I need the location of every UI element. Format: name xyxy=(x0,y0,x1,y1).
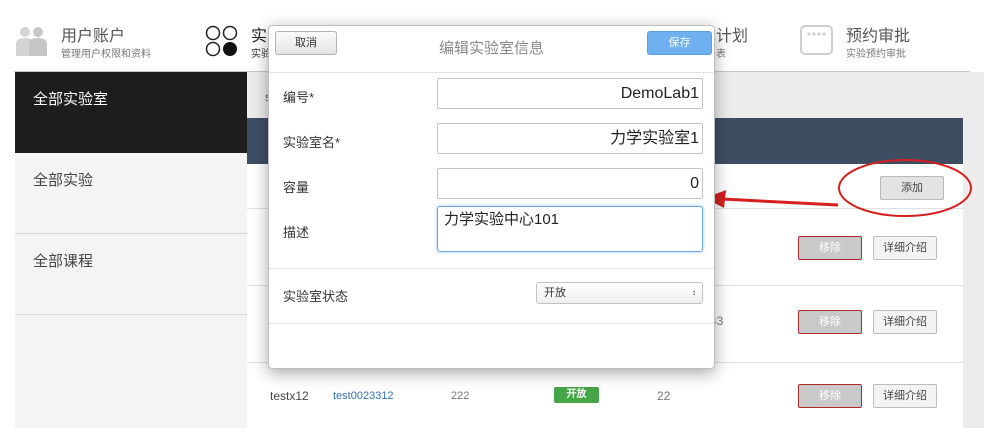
detail-button[interactable]: 详细介绍 xyxy=(873,236,937,260)
nav-labs-title: 实 xyxy=(251,28,268,45)
users-icon xyxy=(15,24,49,63)
lab-status-select[interactable]: 开放 ↕ xyxy=(536,282,703,304)
capacity-label: 容量 xyxy=(283,180,310,195)
calendar-icon xyxy=(800,24,834,61)
sidebar-item-all-experiments[interactable]: 全部实验 xyxy=(15,153,247,234)
modal-divider xyxy=(269,323,714,324)
code-field[interactable]: DemoLab1 xyxy=(437,78,703,109)
code-label: 编号* xyxy=(283,90,315,105)
sidebar-item-label: 全部实验室 xyxy=(33,91,109,108)
edit-lab-modal: 取消 编辑实验室信息 保存 编号* DemoLab1 实验室名* 力学实验室1 … xyxy=(268,25,715,369)
nav-user-accounts-title: 用户账户 xyxy=(61,28,126,45)
sidebar-item-label: 全部课程 xyxy=(33,253,94,270)
lab-name-cell: testx12 xyxy=(270,389,309,403)
nav-labs[interactable]: 实 实验 xyxy=(205,20,271,62)
sidebar-item-all-courses[interactable]: 全部课程 xyxy=(15,234,247,315)
capacity-cell: 222 xyxy=(451,390,470,402)
nav-plan-subtitle: 表 xyxy=(716,49,726,60)
add-button[interactable]: 添加 xyxy=(880,176,944,200)
nav-user-accounts-subtitle: 管理用户权限和资料 xyxy=(61,49,151,60)
nav-user-accounts[interactable]: 用户账户 管理用户权限和资料 xyxy=(15,20,190,60)
nav-booking-approval-subtitle: 实验预约审批 xyxy=(846,49,906,60)
modal-header: 取消 编辑实验室信息 保存 xyxy=(269,26,714,72)
modal-divider xyxy=(269,72,714,73)
lab-code-link[interactable]: test0023312 xyxy=(333,390,394,402)
save-button[interactable]: 保存 xyxy=(647,31,712,55)
detail-button[interactable]: 详细介绍 xyxy=(873,384,937,408)
remove-button[interactable]: 移除 xyxy=(798,236,862,260)
circles-icon xyxy=(205,25,239,62)
detail-button[interactable]: 详细介绍 xyxy=(873,310,937,334)
nav-booking-approval-title: 预约审批 xyxy=(846,28,911,45)
lab-name-label: 实验室名* xyxy=(283,135,341,150)
status-badge: 开放 xyxy=(554,387,599,403)
modal-divider xyxy=(269,268,714,269)
sidebar-item-label: 全部实验 xyxy=(33,172,94,189)
lab-name-field[interactable]: 力学实验室1 xyxy=(437,123,703,154)
remove-button[interactable]: 移除 xyxy=(798,310,862,334)
capacity-field[interactable]: 0 xyxy=(437,168,703,199)
sidebar-item-all-labs[interactable]: 全部实验室 xyxy=(15,72,247,153)
remove-button[interactable]: 移除 xyxy=(798,384,862,408)
description-field[interactable]: 力学实验中心101 xyxy=(437,206,703,252)
nav-booking-approval[interactable]: 预约审批 实验预约审批 xyxy=(800,20,960,60)
lab-status-label: 实验室状态 xyxy=(283,289,349,304)
select-arrows-icon: ↕ xyxy=(692,288,696,297)
lab-status-value: 开放 xyxy=(544,287,566,299)
description-label: 描述 xyxy=(283,225,310,240)
nav-plan-title: 计划 xyxy=(716,28,749,45)
count-cell: 22 xyxy=(657,389,671,403)
sidebar: 全部实验室 全部实验 全部课程 xyxy=(15,72,247,428)
